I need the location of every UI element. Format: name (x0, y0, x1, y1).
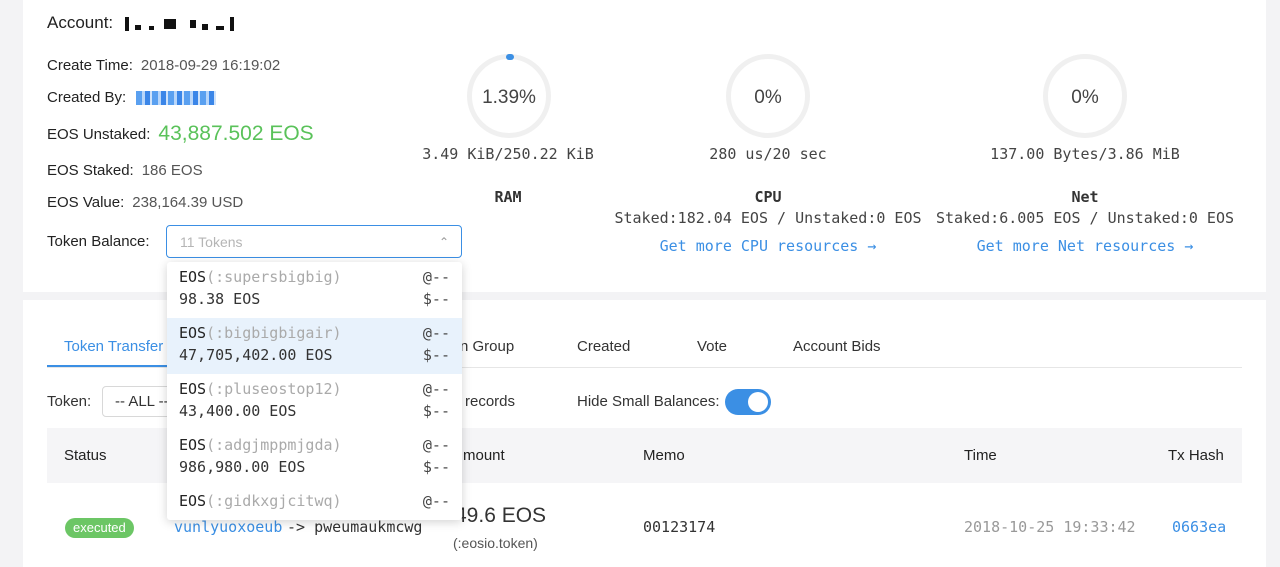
token-option[interactable]: EOS(:adgjmppmjgda) @-- 986,980.00 EOS $-- (167, 430, 462, 486)
ram-gauge: 1.39% (467, 54, 551, 138)
token-price: @-- (422, 268, 450, 286)
token-option[interactable]: EOS(:supersbigbig) @-- 98.38 EOS $-- (167, 262, 462, 318)
net-label: Net (1071, 188, 1099, 206)
token-filter-label: Token: (47, 393, 92, 410)
eos-staked-label: EOS Staked: (47, 162, 134, 179)
transfer-contract: (:eosio.token) (453, 535, 538, 551)
token-price: @-- (422, 324, 450, 342)
token-balance-label: Token Balance: (47, 233, 150, 250)
token-contract: (:supersbigbig) (206, 268, 342, 286)
transfer-memo: 00123174 (643, 518, 716, 536)
to-account[interactable]: -> pweumaukmcwg (287, 518, 422, 536)
net-gauge: 0% (1043, 54, 1127, 138)
token-symbol: EOS (179, 324, 207, 342)
tab-token-transfer[interactable]: Token Transfer (64, 338, 163, 355)
tab-vote[interactable]: Vote (697, 338, 727, 355)
token-balance-dropdown: EOS(:supersbigbig) @-- 98.38 EOS $-- EOS(:… (167, 262, 462, 520)
cpu-gauge: 0% (726, 54, 810, 138)
cpu-usage: 280 us/20 sec (709, 145, 827, 163)
eos-value-value: 238,164.39 USD (132, 194, 244, 211)
th-time: Time (964, 447, 997, 464)
transfer-amount: 49.6 EOS (455, 504, 547, 527)
net-staked: Staked:6.005 EOS / Unstaked:0 EOS (935, 209, 1234, 227)
from-account-link[interactable]: vunlyuoxoeub (174, 518, 282, 536)
token-balance-placeholder: 11 Tokens (180, 234, 243, 250)
token-contract: (:bigbigbigair) (206, 324, 342, 342)
token-option[interactable]: EOS(:gidkxgjcitwq) @-- (167, 486, 462, 520)
token-option[interactable]: EOS(:bigbigbigair) @-- 47,705,402.00 EOS $… (167, 318, 462, 374)
eos-staked-row: EOS Staked: 186 EOS (47, 162, 203, 179)
token-amount: 43,400.00 EOS (179, 402, 297, 420)
token-price: @-- (422, 380, 450, 398)
token-usd-value: $-- (422, 290, 450, 308)
account-title: Account: (47, 13, 114, 32)
tab-group[interactable]: n Group (460, 338, 514, 355)
eos-unstaked-row: EOS Unstaked: 43,887.502 EOS (47, 122, 314, 146)
eos-value-row: EOS Value: 238,164.39 USD (47, 194, 243, 211)
hide-small-balances-toggle[interactable] (725, 389, 771, 415)
th-memo: Memo (643, 447, 685, 464)
ram-gauge-progress (506, 54, 514, 60)
created-by-redacted[interactable] (136, 90, 217, 105)
token-price: @-- (422, 492, 450, 510)
status-badge: executed (65, 518, 134, 538)
token-usd-value: $-- (422, 402, 450, 420)
create-time-value: 2018-09-29 16:19:02 (140, 57, 281, 74)
token-balance-row: Token Balance: (47, 233, 150, 250)
token-option[interactable]: EOS(:pluseostop12) @-- 43,400.00 EOS $-- (167, 374, 462, 430)
ram-usage: 3.49 KiB/250.22 KiB (422, 145, 594, 163)
token-balance-select[interactable]: 11 Tokens ⌃ (166, 225, 462, 258)
net-percent: 0% (1071, 87, 1099, 108)
token-symbol: EOS (179, 268, 207, 286)
net-get-more-link[interactable]: Get more Net resources → (920, 237, 1250, 255)
transfer-time: 2018-10-25 19:33:42 (964, 518, 1136, 536)
create-time-row: Create Time: 2018-09-29 16:19:02 (47, 57, 280, 74)
th-amount: mount (463, 447, 505, 464)
ram-label: RAM (494, 188, 522, 206)
token-contract: (:adgjmppmjgda) (206, 436, 342, 454)
tab-created[interactable]: Created (577, 338, 630, 355)
tx-hash-link[interactable]: 0663ea (1172, 518, 1226, 536)
cpu-get-more-link[interactable]: Get more CPU resources → (603, 237, 933, 255)
cpu-label: CPU (754, 188, 782, 206)
created-by-label: Created By: (47, 89, 127, 106)
account-name-redacted (125, 15, 234, 33)
token-amount: 986,980.00 EOS (179, 458, 306, 476)
cpu-percent: 0% (754, 87, 782, 108)
ram-percent: 1.39% (482, 87, 536, 108)
toggle-knob (748, 392, 768, 412)
token-contract: (:gidkxgjcitwq) (206, 492, 342, 510)
token-usd-value: $-- (422, 458, 450, 476)
eos-staked-value: 186 EOS (141, 162, 203, 179)
chevron-up-icon: ⌃ (438, 235, 449, 249)
token-symbol: EOS (179, 492, 207, 510)
records-label: records (465, 393, 516, 410)
th-status: Status (64, 447, 107, 464)
created-by-row: Created By: (47, 89, 217, 106)
token-amount: 47,705,402.00 EOS (179, 346, 333, 364)
token-symbol: EOS (179, 436, 207, 454)
active-tab-indicator (47, 365, 172, 367)
eos-value-label: EOS Value: (47, 194, 125, 211)
hide-small-balances-label: Hide Small Balances: (577, 393, 720, 410)
create-time-label: Create Time: (47, 57, 133, 74)
token-symbol: EOS (179, 380, 207, 398)
eos-unstaked-label: EOS Unstaked: (47, 125, 151, 143)
token-price: @-- (422, 436, 450, 454)
net-usage: 137.00 Bytes/3.86 MiB (990, 145, 1180, 163)
token-usd-value: $-- (422, 346, 450, 364)
token-contract: (:pluseostop12) (206, 380, 342, 398)
tab-account-bids[interactable]: Account Bids (793, 338, 881, 355)
th-tx-hash: Tx Hash (1168, 447, 1224, 464)
cpu-staked: Staked:182.04 EOS / Unstaked:0 EOS (614, 209, 922, 227)
eos-unstaked-value: 43,887.502 EOS (158, 122, 314, 145)
token-amount: 98.38 EOS (179, 290, 261, 308)
